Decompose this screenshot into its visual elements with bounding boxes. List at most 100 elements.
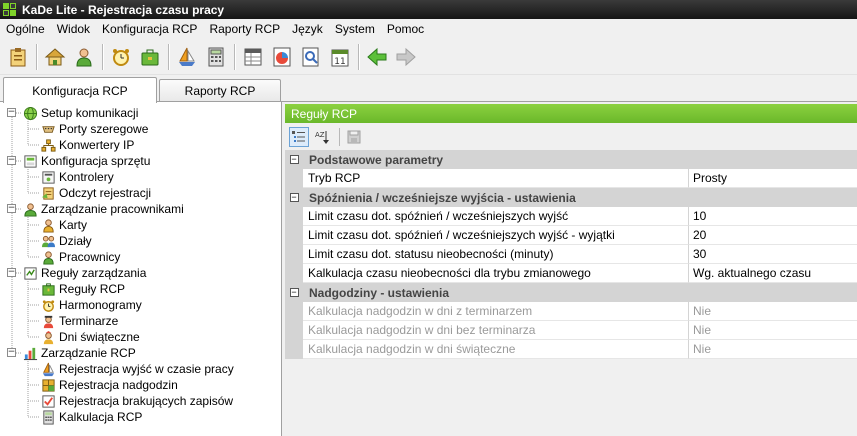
calculator-button[interactable] bbox=[203, 43, 229, 71]
tree-node-rejestracja-wyjsc[interactable]: Rejestracja wyjść w czasie pracy bbox=[40, 361, 234, 377]
tree-node-terminarze[interactable]: Terminarze bbox=[40, 313, 118, 329]
tree-node-harmonogramy[interactable]: Harmonogramy bbox=[40, 297, 142, 313]
rcp-rules-icon bbox=[40, 281, 56, 297]
tree-node-label: Rejestracja wyjść w czasie pracy bbox=[59, 362, 234, 376]
property-name: Kalkulacja nadgodzin w dni bez terminarz… bbox=[303, 321, 689, 340]
menu-jezyk[interactable]: Język bbox=[286, 22, 329, 36]
property-value[interactable]: 20 bbox=[689, 226, 857, 245]
tree-expander[interactable]: − bbox=[7, 156, 16, 165]
category-row[interactable]: − Spóźnienia / wcześniejsze wyjścia - us… bbox=[285, 188, 857, 207]
property-row[interactable]: Kalkulacja czasu nieobecności dla trybu … bbox=[285, 264, 857, 283]
menu-raporty-rcp[interactable]: Raporty RCP bbox=[203, 22, 286, 36]
tree-expander[interactable]: − bbox=[7, 348, 16, 357]
property-value: Nie bbox=[689, 340, 857, 359]
tree-node-rejestracja-brakujacych[interactable]: Rejestracja brakujących zapisów bbox=[40, 393, 233, 409]
menu-pomoc[interactable]: Pomoc bbox=[381, 22, 430, 36]
spreadsheet-button[interactable] bbox=[240, 43, 266, 71]
property-value[interactable]: 30 bbox=[689, 245, 857, 264]
calendar-button[interactable]: 11 bbox=[327, 43, 353, 71]
tree-node-label: Reguły zarządzania bbox=[41, 266, 147, 280]
tree-node-zarzadzanie-rcp[interactable]: Zarządzanie RCP bbox=[22, 345, 136, 361]
tree-node-label: Karty bbox=[59, 218, 88, 232]
chart-report-button[interactable] bbox=[269, 43, 295, 71]
property-row[interactable]: Limit czasu dot. statusu nieobecności (m… bbox=[285, 245, 857, 264]
properties-panel: Reguły RCP AZ − Podstawowe parametry Try… bbox=[285, 104, 857, 436]
category-label: Podstawowe parametry bbox=[303, 150, 857, 169]
property-name: Limit czasu dot. spóźnień / wcześniejszy… bbox=[303, 207, 689, 226]
tree-node-konfiguracja-sprzetu[interactable]: Konfiguracja sprzętu bbox=[22, 153, 150, 169]
tree-expander[interactable]: − bbox=[7, 268, 16, 277]
bar-chart-icon bbox=[22, 345, 38, 361]
collapse-toggle[interactable]: − bbox=[289, 155, 299, 164]
tree-node-kalkulacja-rcp[interactable]: Kalkulacja RCP bbox=[40, 409, 142, 425]
person-button[interactable] bbox=[71, 43, 97, 71]
tree-node-reguly-zarzadzania[interactable]: Reguły zarządzania bbox=[22, 265, 146, 281]
sailboat-icon bbox=[179, 47, 195, 66]
clipboard-button[interactable] bbox=[5, 43, 31, 71]
property-name: Tryb RCP bbox=[303, 169, 689, 188]
sailboat-icon bbox=[40, 361, 56, 377]
forward-button[interactable] bbox=[393, 43, 419, 71]
menu-widok[interactable]: Widok bbox=[51, 22, 96, 36]
property-value: Nie bbox=[689, 302, 857, 321]
tree-node-label: Reguły RCP bbox=[59, 282, 126, 296]
clipboard-icon bbox=[10, 47, 26, 66]
property-row[interactable]: Limit czasu dot. spóźnień / wcześniejszy… bbox=[285, 207, 857, 226]
menu-system[interactable]: System bbox=[329, 22, 381, 36]
menu-konfiguracja-rcp[interactable]: Konfiguracja RCP bbox=[96, 22, 203, 36]
network-icon bbox=[40, 137, 56, 153]
category-row[interactable]: − Podstawowe parametry bbox=[285, 150, 857, 169]
house-button[interactable] bbox=[42, 43, 68, 71]
tab-konfiguracja-rcp[interactable]: Konfiguracja RCP bbox=[3, 77, 157, 103]
tree-node-pracownicy[interactable]: Pracownicy bbox=[40, 249, 120, 265]
navigation-tree: − Setup komunikacji Porty szeregowe Konw… bbox=[0, 102, 282, 436]
alphabetical-view-button[interactable]: AZ bbox=[312, 127, 332, 147]
tree-node-zarzadzanie-pracownikami[interactable]: Zarządzanie pracownikami bbox=[22, 201, 184, 217]
back-button[interactable] bbox=[364, 43, 390, 71]
app-logo-icon bbox=[2, 2, 18, 18]
calculator-icon bbox=[208, 47, 224, 66]
collapse-toggle[interactable]: − bbox=[289, 288, 299, 297]
grid-icon bbox=[40, 377, 56, 393]
holiday-icon bbox=[40, 329, 56, 345]
title-bar: KaDe Lite - Rejestracja czasu pracy bbox=[0, 0, 857, 19]
save-button[interactable] bbox=[344, 127, 364, 147]
property-row: Kalkulacja nadgodzin w dni bez terminarz… bbox=[285, 321, 857, 340]
property-row[interactable]: Tryb RCP Prosty bbox=[285, 169, 857, 188]
window-title: KaDe Lite - Rejestracja czasu pracy bbox=[22, 2, 225, 17]
card-icon bbox=[40, 217, 56, 233]
tree-node-setup-komunikacji[interactable]: Setup komunikacji bbox=[22, 105, 138, 121]
search-report-button[interactable] bbox=[298, 43, 324, 71]
property-value[interactable]: Prosty bbox=[689, 169, 857, 188]
rules-icon bbox=[22, 265, 38, 281]
tree-node-rejestracja-nadgodzin[interactable]: Rejestracja nadgodzin bbox=[40, 377, 178, 393]
tree-node-kontrolery[interactable]: Kontrolery bbox=[40, 169, 114, 185]
tree-node-dni-swiateczne[interactable]: Dni świąteczne bbox=[40, 329, 140, 345]
tree-node-label: Porty szeregowe bbox=[59, 122, 149, 136]
tree-node-dzialy[interactable]: Działy bbox=[40, 233, 92, 249]
sailboat-button[interactable] bbox=[174, 43, 200, 71]
worker-icon bbox=[40, 249, 56, 265]
tab-raporty-rcp[interactable]: Raporty RCP bbox=[159, 79, 281, 102]
tree-expander[interactable]: − bbox=[7, 108, 16, 117]
tree-expander[interactable]: − bbox=[7, 204, 16, 213]
menu-ogolne[interactable]: Ogólne bbox=[0, 22, 51, 36]
tree-node-odczyt-rejestracji[interactable]: Odczyt rejestracji bbox=[40, 185, 151, 201]
property-value[interactable]: 10 bbox=[689, 207, 857, 226]
alarm-clock-icon bbox=[113, 48, 129, 66]
collapse-toggle[interactable]: − bbox=[289, 193, 299, 202]
category-label: Spóźnienia / wcześniejsze wyjścia - usta… bbox=[303, 188, 857, 207]
tree-node-karty[interactable]: Karty bbox=[40, 217, 87, 233]
tree-node-konwertery-ip[interactable]: Konwertery IP bbox=[40, 137, 134, 153]
property-row[interactable]: Limit czasu dot. spóźnień / wcześniejszy… bbox=[285, 226, 857, 245]
property-name: Kalkulacja czasu nieobecności dla trybu … bbox=[303, 264, 689, 283]
property-value[interactable]: Wg. aktualnego czasu bbox=[689, 264, 857, 283]
panel-toolbar: AZ bbox=[285, 123, 857, 150]
tree-node-reguly-rcp[interactable]: Reguły RCP bbox=[40, 281, 125, 297]
category-row[interactable]: − Nadgodziny - ustawienia bbox=[285, 283, 857, 302]
categorized-view-button[interactable] bbox=[289, 126, 309, 147]
briefcase-button[interactable] bbox=[137, 43, 163, 71]
tree-node-label: Zarządzanie pracownikami bbox=[41, 202, 184, 216]
alarm-clock-button[interactable] bbox=[108, 43, 134, 71]
tree-node-porty-szeregowe[interactable]: Porty szeregowe bbox=[40, 121, 148, 137]
